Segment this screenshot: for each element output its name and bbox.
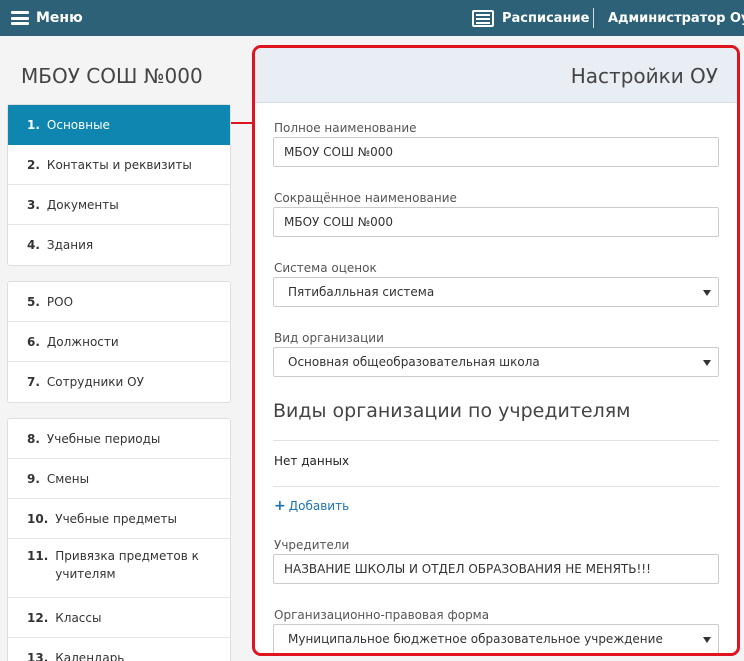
school-title: МБОУ СОШ №000: [21, 64, 203, 88]
org-type-value: Основная общеобразовательная школа: [288, 355, 540, 369]
nav-item-label: Контакты и реквизиты: [46, 157, 192, 172]
sidebar-item-shifts[interactable]: 9. Смены: [8, 459, 230, 499]
nav-item-label: Учебные периоды: [46, 431, 161, 446]
sidebar-item-contacts[interactable]: 2. Контакты и реквизиты: [8, 145, 230, 185]
top-bar: Меню Расписание Администратор Оу: [0, 0, 744, 36]
nav-item-number: 3.: [27, 197, 40, 212]
divider: [273, 440, 719, 441]
grading-system-label: Система оценок: [274, 261, 377, 275]
nav-item-label: Документы: [46, 197, 119, 212]
nav-item-label: Основные: [46, 117, 110, 132]
short-name-label: Сокращённое наименование: [274, 191, 457, 205]
nav-item-number: 10.: [27, 511, 49, 526]
nav-item-number: 11.: [27, 549, 49, 563]
nav-item-label: Должности: [46, 334, 119, 349]
nav-group-general: 1. Основные 2. Контакты и реквизиты 3. Д…: [7, 104, 231, 266]
full-name-label: Полное наименование: [274, 121, 417, 135]
panel-header: Настройки ОУ: [255, 48, 737, 103]
founders-input[interactable]: НАЗВАНИЕ ШКОЛЫ И ОТДЕЛ ОБРАЗОВАНИЯ НЕ МЕ…: [273, 554, 719, 584]
legal-form-label: Организационно-правовая форма: [274, 608, 490, 622]
nav-item-label: РОО: [46, 294, 74, 309]
page-title: Настройки ОУ: [570, 64, 718, 88]
highlight-connector: [231, 122, 252, 124]
hamburger-icon: [11, 11, 29, 25]
nav-item-label: Классы: [55, 610, 102, 625]
menu-label: Меню: [36, 10, 83, 26]
org-type-label: Вид организации: [274, 331, 384, 345]
founders-label: Учредители: [274, 538, 350, 552]
chevron-down-icon: [703, 360, 711, 366]
add-label: Добавить: [288, 499, 350, 513]
schedule-list-icon: [472, 9, 494, 27]
nav-item-number: 12.: [27, 610, 49, 625]
nav-item-number: 9.: [27, 471, 40, 486]
grading-system-select[interactable]: Пятибалльная система: [273, 277, 719, 307]
nav-item-label: Сотрудники ОУ: [46, 375, 144, 389]
nav-item-number: 8.: [27, 431, 40, 446]
user-name: Администратор Оу: [608, 10, 744, 26]
nav-item-label: Здания: [46, 238, 94, 252]
sidebar-item-buildings[interactable]: 4. Здания: [8, 225, 230, 265]
nav-item-number: 13.: [27, 651, 49, 661]
founder-types-section-title: Виды организации по учредителям: [273, 400, 631, 422]
nav-item-number: 2.: [27, 157, 40, 172]
schedule-label: Расписание: [502, 10, 590, 26]
topbar-divider: [593, 8, 594, 28]
grading-system-value: Пятибалльная система: [288, 285, 435, 299]
sidebar-item-main[interactable]: 1. Основные: [8, 105, 230, 145]
sidebar-item-positions[interactable]: 6. Должности: [8, 322, 230, 362]
add-founder-type-link[interactable]: + Добавить: [274, 498, 349, 514]
nav-group-staff: 5. РОО 6. Должности 7. Сотрудники ОУ: [7, 281, 231, 403]
nav-item-number: 1.: [27, 117, 40, 132]
sidebar-item-roo[interactable]: 5. РОО: [8, 282, 230, 322]
chevron-down-icon: [703, 637, 711, 643]
settings-panel: Настройки ОУ Полное наименование МБОУ СО…: [252, 45, 740, 656]
nav-item-label: Учебные предметы: [55, 511, 178, 526]
sidebar-item-classes[interactable]: 12. Классы: [8, 598, 230, 638]
nav-item-number: 7.: [27, 375, 40, 389]
legal-form-select[interactable]: Муниципальное бюджетное образовательное …: [273, 624, 719, 653]
no-data-text: Нет данных: [274, 454, 350, 468]
chevron-down-icon: [703, 290, 711, 296]
divider: [273, 486, 719, 487]
sidebar-item-documents[interactable]: 3. Документы: [8, 185, 230, 225]
nav-group-education: 8. Учебные периоды 9. Смены 10. Учебные …: [7, 418, 231, 661]
plus-icon: +: [274, 498, 286, 514]
sidebar-item-subjects[interactable]: 10. Учебные предметы: [8, 499, 230, 539]
short-name-input[interactable]: МБОУ СОШ №000: [273, 207, 719, 237]
sidebar-item-employees[interactable]: 7. Сотрудники ОУ: [8, 362, 230, 402]
sidebar-item-periods[interactable]: 8. Учебные периоды: [8, 419, 230, 459]
org-type-select[interactable]: Основная общеобразовательная школа: [273, 347, 719, 377]
nav-item-label: Смены: [46, 471, 90, 486]
nav-item-number: 6.: [27, 334, 40, 349]
sidebar-item-calendar[interactable]: 13. Календарь: [8, 638, 230, 661]
nav-item-number: 4.: [27, 238, 40, 252]
menu-button[interactable]: Меню: [11, 0, 83, 36]
nav-item-label: Календарь: [55, 651, 125, 661]
schedule-button[interactable]: Расписание: [472, 0, 589, 36]
user-menu-button[interactable]: Администратор Оу: [608, 0, 744, 36]
legal-form-value: Муниципальное бюджетное образовательное …: [288, 632, 663, 646]
nav-item-number: 5.: [27, 294, 40, 309]
full-name-input[interactable]: МБОУ СОШ №000: [273, 137, 719, 167]
nav-item-label: Привязка предметов к учителям: [55, 549, 199, 581]
sidebar-item-subject-teachers[interactable]: 11. Привязка предметов к учителям: [8, 539, 230, 598]
